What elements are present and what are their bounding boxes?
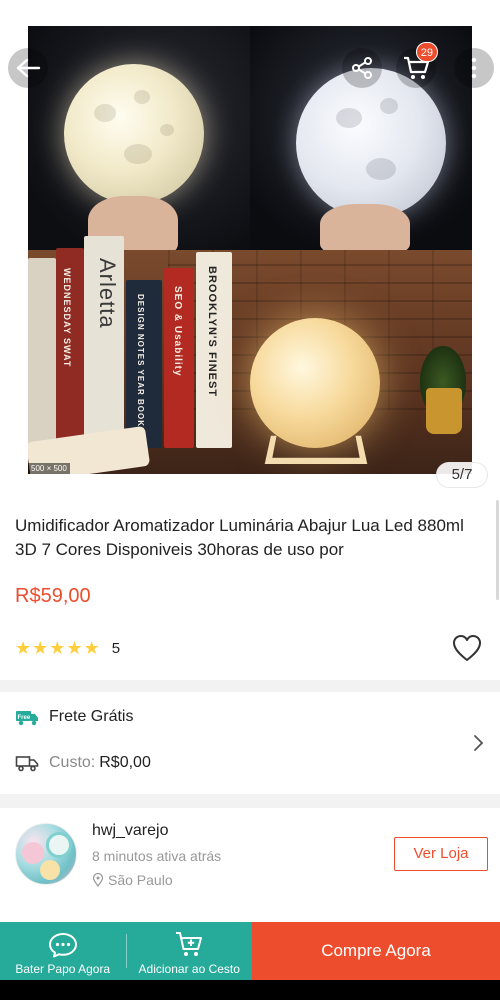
chat-now-button[interactable]: Bater Papo Agora xyxy=(0,922,126,980)
book: SEO & Usability xyxy=(164,268,194,448)
bottom-action-bar: Bater Papo Agora Adicionar ao Cesto Comp… xyxy=(0,922,500,980)
hand xyxy=(320,204,410,254)
book-title: DESIGN NOTES YEAR BOOK09 xyxy=(136,294,145,438)
shop-active-status: 8 minutos ativa atrás xyxy=(92,848,222,864)
photo-panel-bookshelf: WEDNESDAY SWAT Arletta DESIGN NOTES YEAR… xyxy=(28,236,472,474)
shop-location: São Paulo xyxy=(92,872,173,888)
photo-panel-held-moon-warm xyxy=(28,26,250,256)
share-button[interactable] xyxy=(342,48,382,88)
product-price: R$59,00 xyxy=(15,585,91,607)
shop-name[interactable]: hwj_varejo xyxy=(92,822,168,840)
add-to-cart-button[interactable]: Adicionar ao Cesto xyxy=(127,922,253,980)
image-size-label: 500 × 500 xyxy=(28,463,70,474)
plant-pot xyxy=(426,388,462,434)
moon-lamp-warm xyxy=(64,64,204,204)
location-pin-icon xyxy=(92,873,104,887)
book-title: Arletta xyxy=(95,258,120,329)
more-options-button[interactable] xyxy=(454,48,494,88)
shipping-cost-row: Custo: R$0,00 xyxy=(15,754,151,772)
book: BROOKLYN'S FINEST xyxy=(196,252,232,448)
book-title: WEDNESDAY SWAT xyxy=(62,268,72,368)
system-navigation-bar xyxy=(0,980,500,1000)
favorite-button[interactable] xyxy=(452,634,482,667)
shop-location-label: São Paulo xyxy=(108,872,173,888)
secondary-actions: Bater Papo Agora Adicionar ao Cesto xyxy=(0,922,252,980)
book-title: BROOKLYN'S FINEST xyxy=(206,266,218,398)
star-icon: ★ xyxy=(66,638,83,658)
moon-lamp-white xyxy=(296,68,446,218)
free-shipping-label: Frete Grátis xyxy=(49,708,134,725)
back-arrow-icon xyxy=(16,58,41,78)
share-icon xyxy=(352,57,372,79)
star-icon: ★ xyxy=(15,638,32,658)
chat-now-label: Bater Papo Agora xyxy=(15,962,111,976)
back-button[interactable] xyxy=(8,48,48,88)
image-page-indicator: 5/7 xyxy=(436,462,488,488)
shipping-section[interactable]: Free Frete Grátis Custo: R$0,00 xyxy=(0,692,500,794)
moon-lamp-glowing xyxy=(250,318,380,448)
product-image-gallery[interactable]: WEDNESDAY SWAT Arletta DESIGN NOTES YEAR… xyxy=(0,0,500,493)
book xyxy=(28,258,56,448)
section-divider xyxy=(0,794,500,808)
shop-avatar[interactable] xyxy=(15,823,77,885)
section-divider xyxy=(0,680,500,692)
chat-icon xyxy=(48,933,77,958)
product-rating[interactable]: ★ ★ ★ ★ ★ 5 xyxy=(15,638,120,658)
book: WEDNESDAY SWAT xyxy=(56,248,84,448)
buy-now-button[interactable]: Compre Agora xyxy=(252,922,500,980)
star-icon: ★ xyxy=(32,638,49,658)
free-shipping-row: Free Frete Grátis xyxy=(15,708,133,726)
scrollbar[interactable] xyxy=(496,500,499,600)
rating-stars: ★ ★ ★ ★ ★ xyxy=(15,638,100,658)
shipping-cost-value: R$0,00 xyxy=(99,754,151,771)
book: DESIGN NOTES YEAR BOOK09 xyxy=(126,280,162,448)
shipping-details-chevron[interactable] xyxy=(472,734,484,757)
shop-section: hwj_varejo 8 minutos ativa atrás São Pau… xyxy=(0,808,500,928)
lamp-stand xyxy=(264,435,368,465)
add-to-cart-icon xyxy=(176,932,203,956)
delivery-truck-icon xyxy=(15,756,39,772)
cart-button[interactable]: 29 xyxy=(396,42,438,88)
free-shipping-truck-icon: Free xyxy=(16,711,38,726)
cart-count-badge: 29 xyxy=(415,42,438,62)
product-photo[interactable]: WEDNESDAY SWAT Arletta DESIGN NOTES YEAR… xyxy=(28,26,472,474)
add-to-cart-label: Adicionar ao Cesto xyxy=(138,962,240,976)
more-vertical-icon xyxy=(471,57,477,79)
svg-text:Free: Free xyxy=(18,715,31,721)
star-icon: ★ xyxy=(49,638,66,658)
book: Arletta xyxy=(84,236,124,448)
product-title: Umidificador Aromatizador Luminária Abaj… xyxy=(15,516,464,559)
book-title: SEO & Usability xyxy=(172,286,183,377)
view-shop-button[interactable]: Ver Loja xyxy=(394,837,488,871)
heart-icon xyxy=(453,635,481,661)
shipping-cost-label: Custo: xyxy=(49,754,96,771)
star-icon: ★ xyxy=(83,638,100,658)
chevron-right-icon xyxy=(474,735,484,751)
rating-value: 5 xyxy=(111,639,121,657)
